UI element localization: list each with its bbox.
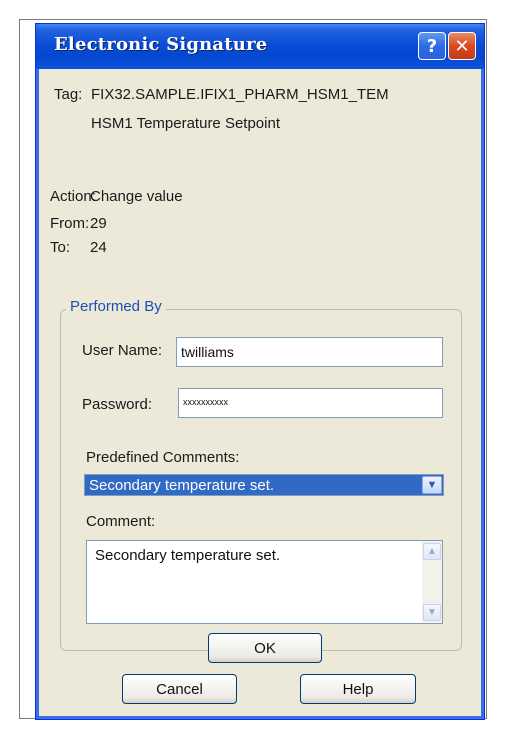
to-label: To: [50, 239, 71, 256]
comment-textarea[interactable]: Secondary temperature set. ▲ ▼ [86, 540, 443, 624]
comment-text: Secondary temperature set. [95, 547, 281, 564]
electronic-signature-dialog: Electronic Signature ? ✕ Tag: FIX32.SAMP… [35, 23, 485, 720]
predefined-comments-label: Predefined Comments: [86, 449, 240, 466]
user-name-label: User Name: [82, 342, 163, 359]
cancel-button[interactable]: Cancel [122, 674, 237, 704]
action-value: Change value [90, 188, 183, 205]
action-label: Action: [50, 188, 96, 205]
title-bar[interactable]: Electronic Signature ? ✕ [36, 24, 484, 69]
dialog-title: Electronic Signature [54, 34, 268, 55]
predefined-comments-value: Secondary temperature set. [89, 477, 275, 494]
password-input[interactable]: xxxxxxxxxx [178, 388, 443, 418]
tag-value: FIX32.SAMPLE.IFIX1_PHARM_HSM1_TEM [91, 86, 389, 103]
scroll-down-icon[interactable]: ▼ [423, 604, 441, 621]
title-close-button[interactable]: ✕ [448, 32, 476, 60]
title-help-button[interactable]: ? [418, 32, 446, 60]
to-value: 24 [90, 239, 107, 256]
tag-label: Tag: [54, 86, 83, 103]
predefined-comments-select[interactable]: Secondary temperature set. ▼ [84, 474, 444, 496]
help-button-label: Help [342, 680, 374, 698]
ok-button-label: OK [254, 639, 276, 657]
chevron-down-icon[interactable]: ▼ [422, 476, 442, 494]
user-name-input[interactable]: twilliams [176, 337, 443, 367]
ok-button[interactable]: OK [208, 633, 322, 663]
close-icon: ✕ [454, 35, 470, 57]
comment-label: Comment: [86, 513, 156, 530]
password-label: Password: [82, 396, 153, 413]
comment-scrollbar[interactable]: ▲ ▼ [422, 541, 442, 623]
scroll-up-icon[interactable]: ▲ [423, 543, 441, 560]
tag-description: HSM1 Temperature Setpoint [91, 115, 280, 132]
from-label: From: [50, 215, 90, 232]
from-value: 29 [90, 215, 107, 232]
help-button[interactable]: Help [300, 674, 416, 704]
question-mark-icon: ? [426, 35, 438, 57]
dialog-content: Tag: FIX32.SAMPLE.IFIX1_PHARM_HSM1_TEM H… [36, 69, 484, 719]
cancel-button-label: Cancel [156, 680, 203, 698]
performed-by-legend: Performed By [66, 298, 166, 315]
